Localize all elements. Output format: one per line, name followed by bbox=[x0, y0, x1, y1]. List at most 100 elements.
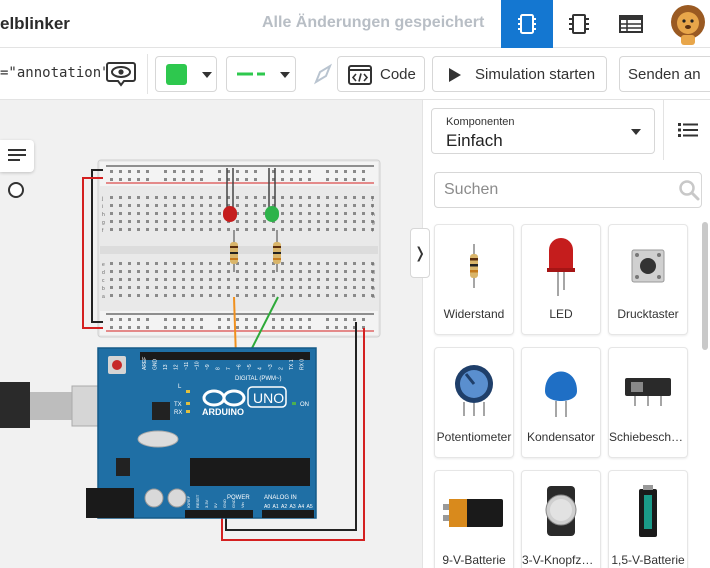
component-tile-label: 3-V-Knopfzelle bbox=[522, 553, 600, 567]
breadboard-row-letter: g bbox=[102, 220, 105, 226]
component-category-value: Einfach bbox=[446, 131, 503, 150]
arduino-power-pin-label: IOREF bbox=[186, 495, 191, 508]
power-header-label: POWER bbox=[227, 495, 250, 501]
collapse-panel-button[interactable]: ❭ bbox=[410, 228, 430, 278]
list-view-icon bbox=[677, 123, 698, 137]
component-list-view-button[interactable] bbox=[605, 0, 657, 48]
circuit-view-button[interactable] bbox=[501, 0, 553, 48]
capacitor-icon bbox=[522, 358, 600, 420]
breadboard-row-letter: a bbox=[372, 294, 375, 300]
potentiometer-icon bbox=[435, 358, 513, 420]
component-tile-label: 1,5-V-Batterie bbox=[611, 553, 685, 567]
component-tile-label: Potentiometer bbox=[436, 430, 512, 444]
wire-color-dropdown[interactable] bbox=[155, 56, 217, 92]
resistor-icon bbox=[435, 235, 513, 297]
arduino-pin-label: ~5 bbox=[247, 364, 253, 370]
circuit-canvas[interactable]: jjiihhggffeeddccbbaa AREF GND 13 12 ~11 … bbox=[0, 100, 422, 568]
code-button[interactable]: Code bbox=[337, 56, 425, 92]
component-tile-potentiometer[interactable]: Potentiometer bbox=[434, 347, 514, 458]
start-simulation-button[interactable]: Simulation starten bbox=[432, 56, 607, 92]
breadboard[interactable]: j ji ih hg gf fe ed dc cb ba a bbox=[97, 159, 381, 338]
project-title[interactable]: elblinker bbox=[0, 14, 70, 34]
breadboard-row-letter: d bbox=[102, 270, 105, 276]
coin-cell-icon bbox=[522, 481, 600, 543]
breadboard-row-letter: h bbox=[372, 212, 375, 218]
arduino-pin-label: 7 bbox=[226, 367, 232, 370]
arduino-power-pin-label: 3.3V bbox=[204, 499, 209, 508]
visibility-toggle-button[interactable] bbox=[105, 58, 137, 90]
component-tile-battery-9v[interactable]: 9-V-Batterie bbox=[434, 470, 514, 568]
arduino-pin-label: 2 bbox=[279, 367, 285, 370]
list-view-toggle-button[interactable] bbox=[663, 100, 710, 160]
component-tile-resistor[interactable]: Widerstand bbox=[434, 224, 514, 335]
component-search-input[interactable] bbox=[435, 173, 665, 207]
breadboard-row-letter: h bbox=[102, 212, 105, 218]
components-panel: Komponenten Einfach Widerstand LE bbox=[422, 100, 710, 568]
send-to-label: Senden an bbox=[628, 66, 701, 83]
arduino-analog-pin-label: A5 bbox=[307, 504, 313, 510]
wire-style-dropdown[interactable] bbox=[226, 56, 296, 92]
component-tile-battery-aa[interactable]: 1,5-V-Batterie bbox=[608, 470, 688, 568]
arduino-pin-label: 4 bbox=[258, 367, 264, 370]
schematic-view-button[interactable] bbox=[553, 0, 605, 48]
arduino-power-pin-label: 5V bbox=[213, 503, 218, 508]
analog-header-label: ANALOG IN bbox=[264, 495, 297, 501]
start-simulation-label: Simulation starten bbox=[475, 66, 596, 83]
arduino-pin-label: ~11 bbox=[184, 362, 190, 370]
toolbar-separator bbox=[147, 54, 148, 94]
component-list-scrollbar[interactable] bbox=[702, 222, 708, 350]
arduino-analog-pin-label: A1 bbox=[273, 504, 279, 510]
component-tile-label: Schiebeschalter bbox=[609, 430, 687, 444]
component-tile-pushbutton[interactable]: Drucktaster bbox=[608, 224, 688, 335]
arduino-model-label: UNO bbox=[253, 390, 284, 406]
code-button-label: Code bbox=[380, 66, 416, 83]
pen-icon bbox=[313, 63, 333, 85]
arduino-analog-pin-label: A4 bbox=[298, 504, 304, 510]
arduino-analog-pin-label: A2 bbox=[281, 504, 287, 510]
user-avatar[interactable] bbox=[666, 2, 710, 46]
breadboard-icon bbox=[518, 14, 536, 34]
led-on-label: ON bbox=[300, 402, 309, 408]
annotate-button[interactable] bbox=[312, 62, 336, 86]
play-icon bbox=[449, 68, 461, 82]
arduino-pin-label: AREF bbox=[142, 357, 148, 370]
component-category-dropdown[interactable]: Komponenten Einfach bbox=[431, 108, 655, 154]
component-tile-slide-switch[interactable]: Schiebeschalter bbox=[608, 347, 688, 458]
arduino-analog-pin-label: A0 bbox=[264, 504, 270, 510]
component-tile-label: 9-V-Batterie bbox=[442, 553, 506, 567]
breadboard-row-letter: i bbox=[102, 204, 103, 210]
breadboard-row-letter: j bbox=[371, 196, 373, 202]
arduino-brand-label: ARDUINO bbox=[202, 407, 244, 417]
component-tile-led[interactable]: LED bbox=[521, 224, 601, 335]
top-bar: elblinker Alle Änderungen gespeichert bbox=[0, 0, 710, 48]
lion-avatar-icon bbox=[671, 5, 705, 45]
component-search[interactable] bbox=[434, 172, 702, 208]
code-snippet-text: ="annotation"> bbox=[0, 65, 119, 81]
arduino-uno-board[interactable]: AREF GND 13 12 ~11 ~10 ~9 8 7 ~6 ~5 4 ~3 2 TX 1 RX 0 IOR… bbox=[86, 347, 317, 519]
breadboard-row-letter: b bbox=[372, 286, 375, 292]
breadboard-row-letter: i bbox=[372, 204, 373, 210]
breadboard-row-letter: d bbox=[372, 270, 375, 276]
component-tile-coin-cell[interactable]: 3-V-Knopfzelle bbox=[521, 470, 601, 568]
search-icon bbox=[679, 180, 700, 201]
component-tile-label: Widerstand bbox=[443, 307, 505, 321]
pushbutton-icon bbox=[609, 235, 687, 297]
battery-aa-icon bbox=[609, 481, 687, 543]
arduino-pin-label: 13 bbox=[163, 364, 169, 370]
component-tile-capacitor[interactable]: Kondensator bbox=[521, 347, 601, 458]
save-status: Alle Änderungen gespeichert bbox=[262, 14, 485, 31]
component-tile-label: LED bbox=[549, 307, 573, 321]
send-to-button[interactable]: Senden an bbox=[619, 56, 710, 92]
breadboard-row-letter: e bbox=[372, 262, 375, 268]
chevron-down-icon bbox=[280, 72, 290, 78]
led-tx-label: TX bbox=[174, 402, 182, 408]
led-rx-label: RX bbox=[174, 410, 182, 416]
arduino-analog-pin-label: A3 bbox=[290, 504, 296, 510]
breadboard-row-letter: a bbox=[102, 294, 105, 300]
editor-toolbar: ="annotation"> Code Simulation starten S… bbox=[0, 48, 710, 100]
circuit-drawing: j ji ih hg gf fe ed dc cb ba a AREF GND … bbox=[0, 159, 381, 541]
wire-color-swatch bbox=[166, 64, 187, 85]
battery-9v-icon bbox=[435, 481, 513, 543]
arduino-power-pin-label: RESET bbox=[195, 494, 200, 508]
arduino-power-pin-label: Vin bbox=[240, 502, 245, 508]
